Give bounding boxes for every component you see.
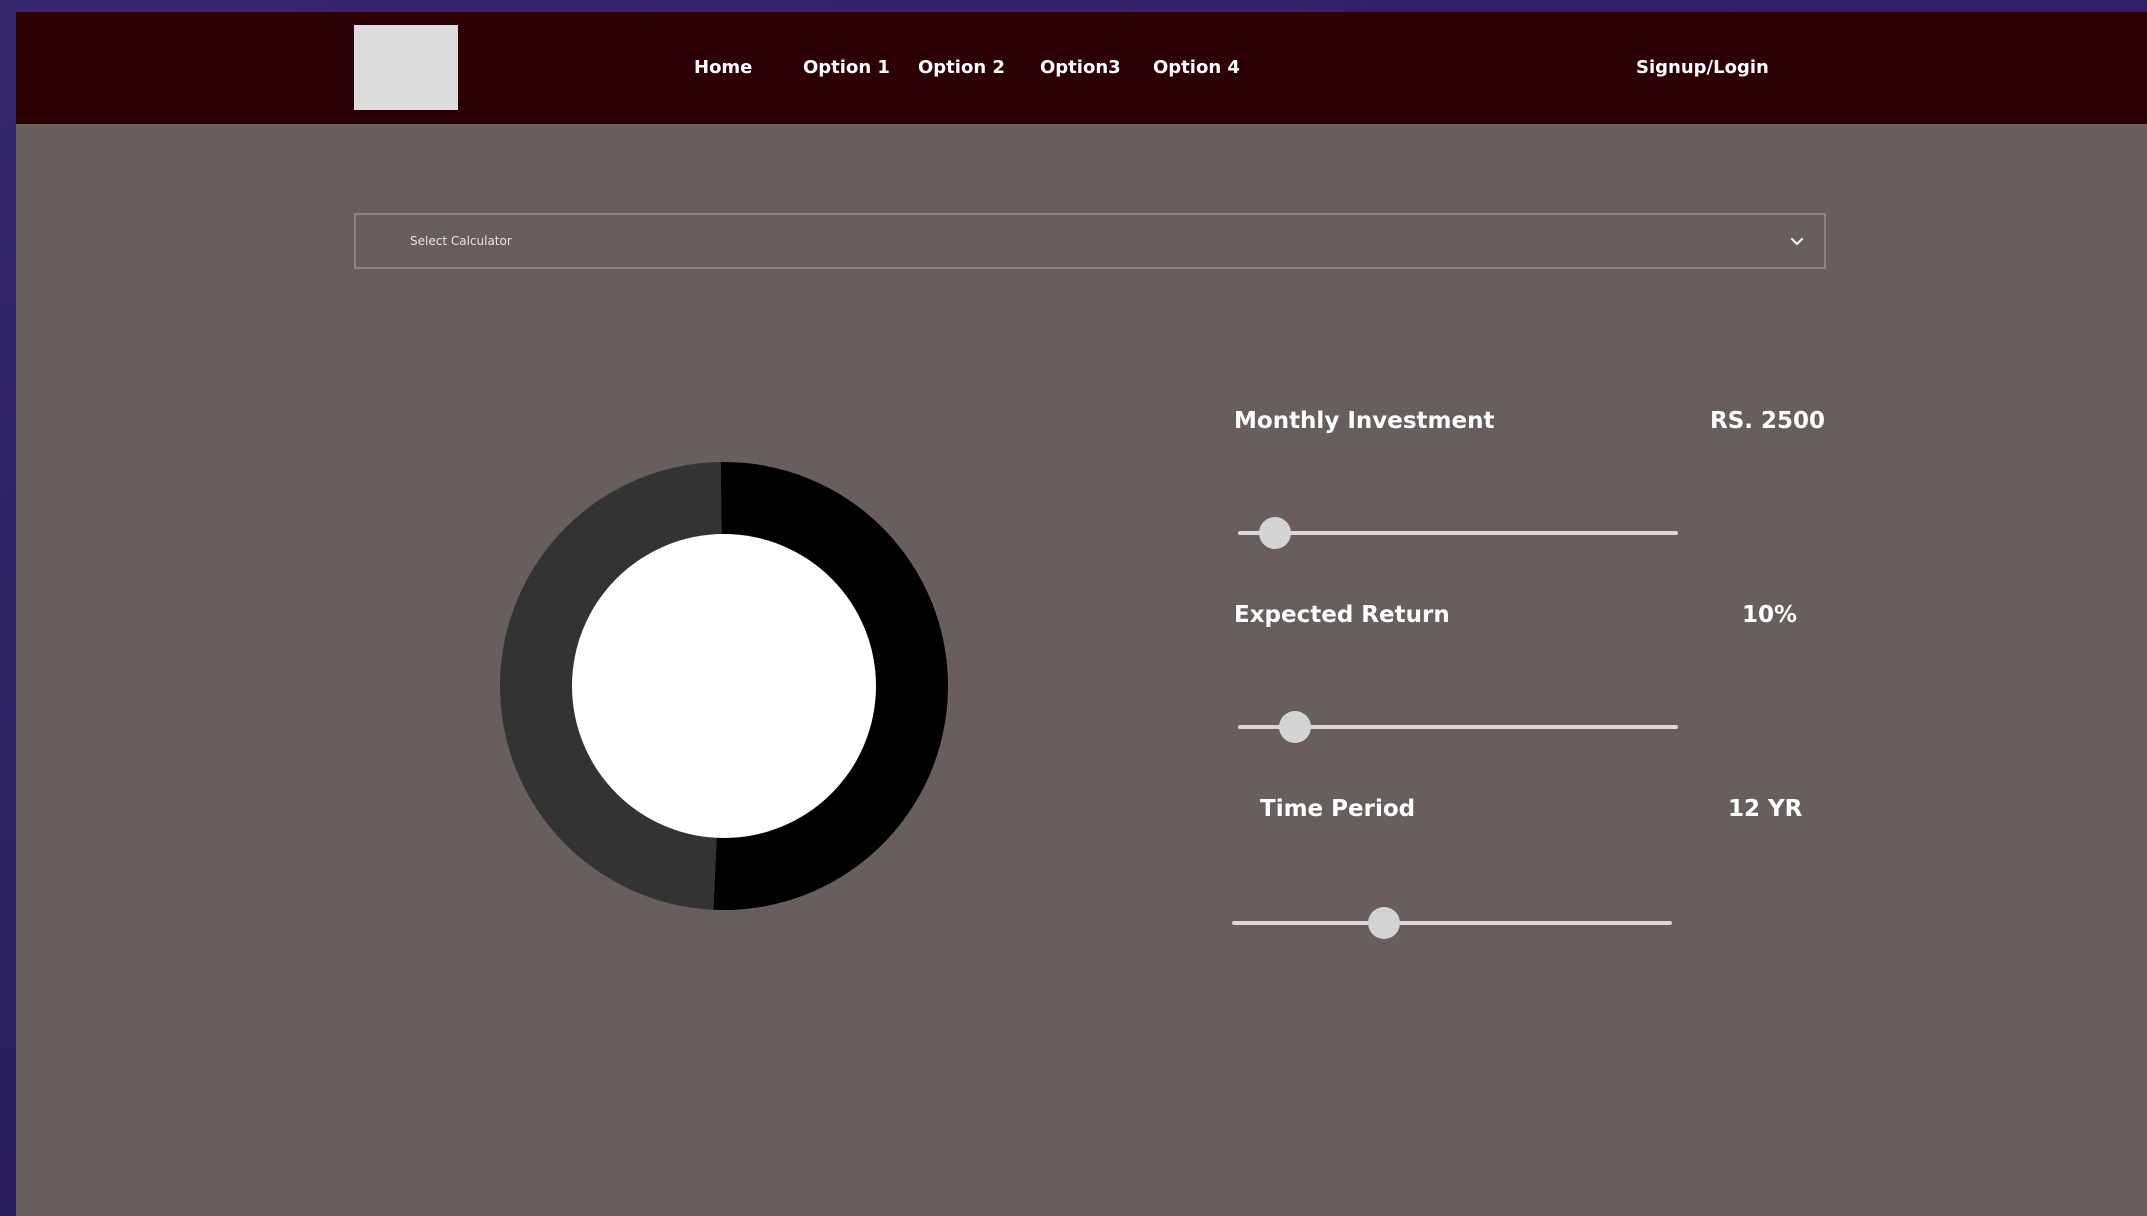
time-period-slider[interactable] (1232, 906, 1672, 940)
monthly-investment-value: RS. 2500 (1710, 408, 1826, 434)
nav-link-option-1[interactable]: Option 1 (803, 56, 890, 80)
monthly-investment-label: Monthly Investment (1234, 408, 1495, 434)
donut-center (572, 534, 876, 838)
expected-return-label: Expected Return (1234, 602, 1450, 628)
time-period-value: 12 YR (1728, 796, 1803, 822)
expected-return-value: 10% (1742, 602, 1798, 628)
nav-link-option-2[interactable]: Option 2 (918, 56, 1005, 80)
time-period-label: Time Period (1260, 796, 1416, 822)
calculator-select[interactable]: Select Calculator (354, 213, 1826, 269)
chevron-down-icon[interactable] (1788, 233, 1806, 251)
time-period-slider-track[interactable] (1232, 921, 1672, 925)
navbar: Home Option 1 Option 2 Option3 Option 4 … (16, 12, 2147, 124)
signup-login-link[interactable]: Signup/Login (1636, 56, 1769, 80)
expected-return-slider-thumb[interactable] (1279, 711, 1312, 743)
monthly-investment-slider[interactable] (1238, 516, 1678, 550)
expected-return-slider[interactable] (1238, 710, 1678, 744)
nav-link-option-3[interactable]: Option3 (1040, 56, 1121, 80)
monthly-investment-slider-track[interactable] (1238, 531, 1678, 535)
time-period-slider-thumb[interactable] (1367, 907, 1400, 939)
monthly-investment-slider-thumb[interactable] (1259, 517, 1292, 549)
nav-link-option-4[interactable]: Option 4 (1153, 56, 1240, 80)
donut-chart (499, 462, 948, 910)
nav-link-home[interactable]: Home (694, 56, 752, 80)
app-frame: Home Option 1 Option 2 Option3 Option 4 … (16, 12, 2147, 1216)
logo-placeholder[interactable] (354, 25, 458, 110)
calculator-select-value: Select Calculator (410, 234, 512, 248)
